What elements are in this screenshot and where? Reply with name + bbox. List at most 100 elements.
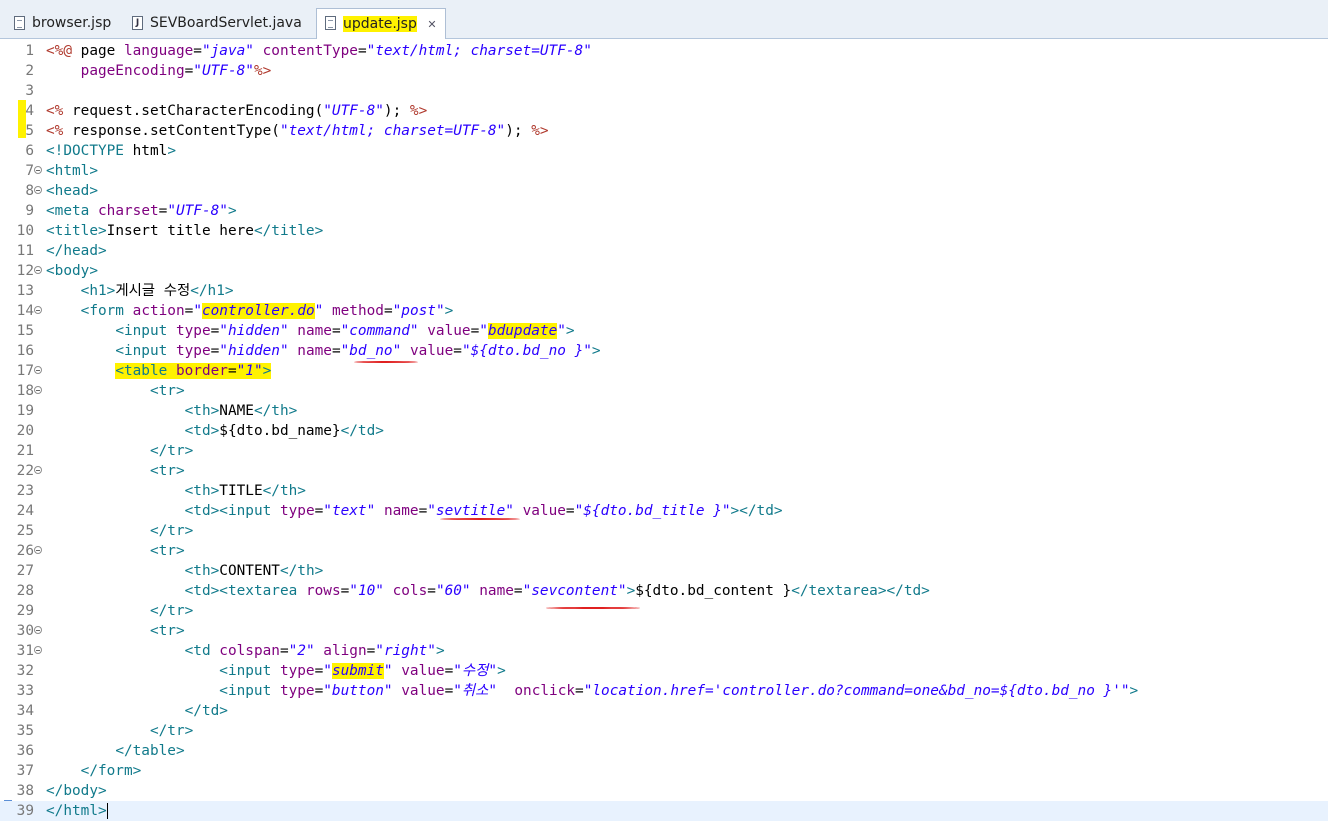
fold-toggle-icon[interactable] xyxy=(34,186,42,194)
tab-label: update.jsp xyxy=(343,16,417,32)
code-line[interactable]: 17 <table border="1"> xyxy=(0,361,1328,381)
code-text: pageEncoding="UTF-8"%> xyxy=(80,63,272,79)
code-line[interactable]: 26 <tr> xyxy=(0,541,1328,561)
tab-sevboardservlet-java[interactable]: J SEVBoardServlet.java xyxy=(124,9,302,37)
code-line[interactable]: 15 <input type="hidden" name="command" v… xyxy=(0,321,1328,341)
code-line[interactable]: 37 </form> xyxy=(0,761,1328,781)
code-text: </tr> xyxy=(149,723,194,739)
line-number: 21 xyxy=(16,443,34,459)
code-line[interactable]: 20 <td>${dto.bd_name}</td> xyxy=(0,421,1328,441)
line-number: 32 xyxy=(16,663,34,679)
code-line[interactable]: 7 <html> xyxy=(0,161,1328,181)
line-number: 31 xyxy=(16,643,34,659)
code-line[interactable]: 24 <td><input type="text" name="sevtitle… xyxy=(0,501,1328,521)
code-line[interactable]: 28 <td><textarea rows="10" cols="60" nam… xyxy=(0,581,1328,601)
fold-toggle-icon[interactable] xyxy=(34,266,42,274)
line-number: 3 xyxy=(25,83,34,99)
code-text: <tr> xyxy=(149,543,185,559)
line-number: 37 xyxy=(16,763,34,779)
code-text: <meta charset="UTF-8"> xyxy=(46,203,237,219)
fold-toggle-icon[interactable] xyxy=(34,166,42,174)
code-line[interactable]: 9 <meta charset="UTF-8"> xyxy=(0,201,1328,221)
code-text: <input type="button" value="취소" onclick=… xyxy=(219,683,1139,699)
code-line[interactable]: 8 <head> xyxy=(0,181,1328,201)
editor-tab-bar: browser.jsp J SEVBoardServlet.java updat… xyxy=(0,0,1328,39)
code-line[interactable]: 11 </head> xyxy=(0,241,1328,261)
code-text: <th>NAME</th> xyxy=(184,403,298,419)
line-number: 14 xyxy=(16,303,34,319)
code-text: <td><input type="text" name="sevtitle" v… xyxy=(184,503,783,519)
code-line[interactable]: 29 </tr> xyxy=(0,601,1328,621)
fold-toggle-icon[interactable] xyxy=(34,386,42,394)
code-text: <input type="hidden" name="command" valu… xyxy=(115,323,575,339)
fold-toggle-icon[interactable] xyxy=(34,626,42,634)
close-icon[interactable]: ✕ xyxy=(427,10,436,40)
code-line[interactable]: 16 <input type="hidden" name="bd_no" val… xyxy=(0,341,1328,361)
code-line[interactable]: 23 <th>TITLE</th> xyxy=(0,481,1328,501)
line-number: 18 xyxy=(16,383,34,399)
line-number: 28 xyxy=(16,583,34,599)
line-number: 36 xyxy=(16,743,34,759)
code-text: </form> xyxy=(80,763,142,779)
code-text: <tr> xyxy=(149,623,185,639)
code-line[interactable]: 18 <tr> xyxy=(0,381,1328,401)
code-text: </tr> xyxy=(149,603,194,619)
line-number: 30 xyxy=(16,623,34,639)
code-line[interactable]: 6 <!DOCTYPE html> xyxy=(0,141,1328,161)
code-line[interactable]: 3 xyxy=(0,81,1328,101)
line-number: 15 xyxy=(16,323,34,339)
java-file-icon: J xyxy=(132,16,143,30)
line-number: 9 xyxy=(25,203,34,219)
code-line[interactable]: 19 <th>NAME</th> xyxy=(0,401,1328,421)
code-text: </tr> xyxy=(149,523,194,539)
line-number: 29 xyxy=(16,603,34,619)
code-line[interactable]: 31 <td colspan="2" align="right"> xyxy=(0,641,1328,661)
fold-toggle-icon[interactable] xyxy=(34,366,42,374)
code-line[interactable]: 32 <input type="submit" value="수정"> xyxy=(0,661,1328,681)
code-text: </head> xyxy=(46,243,107,259)
code-line[interactable]: 1 <%@ page language="java" contentType="t… xyxy=(0,41,1328,61)
code-line[interactable]: 13 <h1>게시글 수정</h1> xyxy=(0,281,1328,301)
line-number: 38 xyxy=(16,783,34,799)
line-number: 33 xyxy=(16,683,34,699)
code-line[interactable]: 22 <tr> xyxy=(0,461,1328,481)
code-text: <th>TITLE</th> xyxy=(184,483,306,499)
code-text: </tr> xyxy=(149,443,194,459)
code-line[interactable]: 14 <form action="controller.do" method="… xyxy=(0,301,1328,321)
tab-label: browser.jsp xyxy=(32,15,112,31)
code-line[interactable]: 35 </tr> xyxy=(0,721,1328,741)
fold-toggle-icon[interactable] xyxy=(34,646,42,654)
tab-browser-jsp[interactable]: browser.jsp xyxy=(6,9,111,37)
annotation-underline xyxy=(546,607,640,609)
code-line[interactable]: 12 <body> xyxy=(0,261,1328,281)
code-line[interactable]: 4 <% request.setCharacterEncoding("UTF-8"… xyxy=(0,101,1328,121)
line-number: 12 xyxy=(16,263,34,279)
code-text: </html> xyxy=(46,803,108,819)
code-line[interactable]: 36 </table> xyxy=(0,741,1328,761)
jsp-file-icon xyxy=(325,16,336,30)
line-number: 25 xyxy=(16,523,34,539)
line-number: 7 xyxy=(25,163,34,179)
code-line[interactable]: 25 </tr> xyxy=(0,521,1328,541)
code-line[interactable]: 21 </tr> xyxy=(0,441,1328,461)
code-line[interactable]: 27 <th>CONTENT</th> xyxy=(0,561,1328,581)
code-line[interactable]: 33 <input type="button" value="취소" oncli… xyxy=(0,681,1328,701)
line-number: 26 xyxy=(16,543,34,559)
code-line[interactable]: 30 <tr> xyxy=(0,621,1328,641)
code-line[interactable]: 34 </td> xyxy=(0,701,1328,721)
tab-update-jsp[interactable]: update.jsp ✕ xyxy=(316,8,446,39)
code-text: <tr> xyxy=(149,463,185,479)
code-line[interactable]: 39 </html> xyxy=(0,801,1328,821)
line-number: 39 xyxy=(16,803,34,819)
code-line[interactable]: 10 <title>Insert title here</title> xyxy=(0,221,1328,241)
line-number: 24 xyxy=(16,503,34,519)
fold-toggle-icon[interactable] xyxy=(34,546,42,554)
code-editor[interactable]: 1 <%@ page language="java" contentType="t… xyxy=(0,39,1328,834)
code-line[interactable]: 2 pageEncoding="UTF-8"%> xyxy=(0,61,1328,81)
code-line[interactable]: 5 <% response.setContentType("text/html; … xyxy=(0,121,1328,141)
fold-toggle-icon[interactable] xyxy=(34,466,42,474)
annotation-underline xyxy=(354,361,418,363)
jsp-file-icon xyxy=(14,16,25,30)
code-line[interactable]: 38 </body> xyxy=(0,781,1328,801)
fold-toggle-icon[interactable] xyxy=(34,306,42,314)
